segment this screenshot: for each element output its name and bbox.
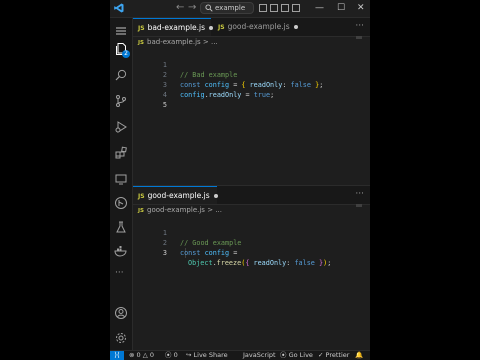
breadcrumb[interactable]: JS good-example.js > ... — [138, 206, 222, 214]
vscode-logo-icon — [114, 3, 124, 13]
close-button[interactable]: ✕ — [357, 1, 365, 15]
forward-arrow-icon[interactable]: → — [188, 2, 196, 14]
minimap[interactable] — [356, 36, 362, 39]
tab-label: bad-example.js — [147, 23, 206, 32]
code-line: 1 // Bad example — [162, 61, 238, 79]
back-arrow-icon[interactable]: ← — [176, 2, 184, 14]
broadcast-icon: ⦿ — [280, 351, 287, 359]
go-live-button[interactable]: ⦿ Go Live — [280, 351, 313, 360]
more-actions-icon[interactable]: ··· — [355, 186, 364, 202]
extensions-icon[interactable] — [114, 146, 128, 160]
more-actions-icon[interactable]: ··· — [355, 18, 364, 34]
code-line: 4 — [162, 91, 167, 99]
unsaved-dot-icon — [293, 25, 298, 29]
search-view-icon[interactable] — [114, 68, 128, 82]
code-line: 3 config.readOnly = true; — [162, 81, 275, 99]
live-share-button[interactable]: ↪ Live Share — [186, 351, 228, 360]
more-views-icon[interactable]: ··· — [115, 268, 124, 278]
problems-indicator[interactable]: ⊗ 0 △ 0 — [129, 351, 154, 360]
toggle-sidebar-icon[interactable] — [259, 4, 267, 12]
search-text: example — [215, 4, 246, 12]
activity-bar: 2 ··· — [110, 18, 133, 350]
settings-gear-icon[interactable] — [114, 331, 128, 345]
docker-icon[interactable] — [114, 244, 128, 258]
code-line-current: 5 — [162, 101, 167, 109]
minimap[interactable] — [356, 204, 362, 207]
tab-bad-example[interactable]: JS bad-example.js — [133, 18, 214, 36]
javascript-file-icon: JS — [138, 40, 145, 46]
javascript-file-icon: JS — [138, 193, 145, 200]
remote-explorer-icon[interactable] — [114, 172, 128, 186]
title-bar: ← → example — ☐ ✕ — [110, 0, 370, 18]
breadcrumb[interactable]: JS bad-example.js > ... — [138, 38, 218, 46]
toggle-secondary-sidebar-icon[interactable] — [281, 4, 289, 12]
remote-indicator-button[interactable]: ⟩⟨ — [110, 351, 124, 360]
editor-group-bottom: JS good-example.js ··· JS good-example.js … — [133, 186, 370, 350]
status-bar: ⟩⟨ ⊗ 0 △ 0 ⦿ 0 ↪ Live Share JavaScript ⦿… — [110, 350, 370, 360]
tab-label: good-example.js — [147, 191, 210, 200]
maximize-button[interactable]: ☐ — [337, 1, 345, 15]
vscode-window: ← → example — ☐ ✕ 2 ··· JS bad-example.j… — [110, 0, 370, 360]
explorer-badge: 2 — [122, 50, 130, 58]
double-check-icon: ✓ — [318, 351, 324, 359]
javascript-file-icon: JS — [138, 208, 145, 214]
live-share-icon: ↪ — [186, 351, 192, 359]
command-center-search[interactable]: example — [200, 2, 254, 14]
error-icon: ⊗ — [129, 351, 135, 359]
customize-layout-icon[interactable] — [292, 4, 300, 12]
code-line: 2 const config = { readOnly: false }; — [162, 71, 324, 89]
editor-group-top: JS bad-example.js JS good-example.js ··· J… — [133, 18, 370, 185]
language-mode-button[interactable]: JavaScript — [243, 351, 276, 360]
search-icon — [205, 4, 213, 12]
javascript-file-icon: JS — [218, 24, 225, 31]
code-line-current: 3 Object.freeze({ readOnly: false }); — [162, 249, 332, 267]
prettier-button[interactable]: ✓ Prettier — [318, 351, 349, 360]
git-graph-icon[interactable] — [114, 196, 128, 210]
tab-bar: JS good-example.js ··· — [133, 186, 370, 205]
testing-icon[interactable] — [114, 220, 128, 234]
unsaved-dot-icon — [213, 194, 218, 198]
notifications-bell-icon[interactable]: 🔔 — [355, 351, 363, 360]
tab-label: good-example.js — [227, 22, 290, 31]
code-line: 2 const config = — [162, 239, 238, 257]
minimize-button[interactable]: — — [315, 1, 324, 15]
tab-good-example[interactable]: JS good-example.js — [133, 186, 218, 204]
account-icon[interactable] — [114, 306, 128, 320]
run-debug-icon[interactable] — [114, 120, 128, 134]
menu-icon[interactable] — [114, 24, 128, 38]
toggle-panel-icon[interactable] — [270, 4, 278, 12]
tab-bar: JS bad-example.js JS good-example.js ··· — [133, 18, 370, 37]
javascript-file-icon: JS — [138, 25, 145, 32]
warning-icon: △ — [142, 351, 148, 359]
ports-indicator[interactable]: ⦿ 0 — [165, 351, 178, 360]
source-control-icon[interactable] — [114, 94, 128, 108]
tab-good-example[interactable]: JS good-example.js — [213, 18, 298, 36]
ports-icon: ⦿ — [165, 351, 172, 359]
code-line: 1 // Good example — [162, 229, 242, 247]
